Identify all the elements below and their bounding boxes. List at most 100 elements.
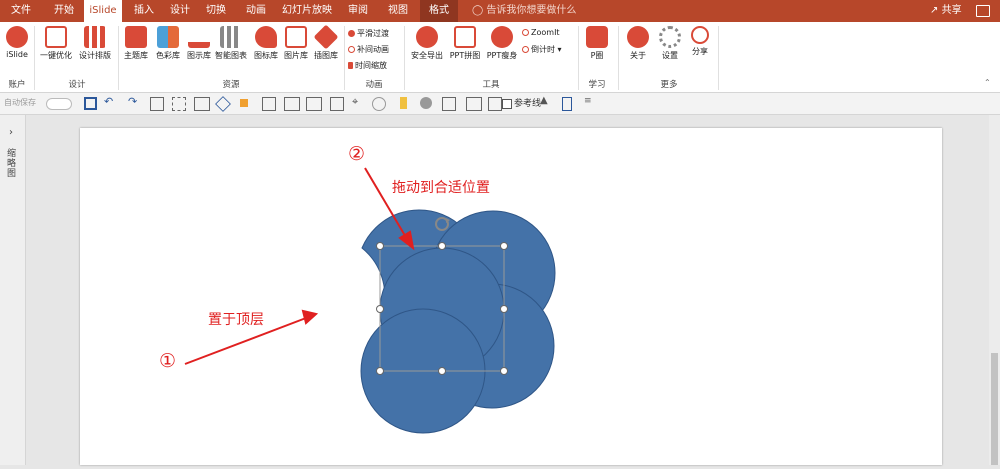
ungroup-icon[interactable] [306, 97, 322, 111]
diagram-library-button[interactable]: 图示库 [183, 26, 215, 61]
p-circle-button[interactable]: P圈 [582, 26, 612, 61]
autosave-toggle[interactable] [46, 98, 72, 110]
tab-islide[interactable]: iSlide [84, 0, 122, 22]
smooth-transition-icon [348, 30, 355, 37]
group-icon[interactable] [284, 97, 300, 111]
settings-button[interactable]: 设置 [656, 26, 684, 61]
secure-export-button[interactable]: 安全导出 [406, 26, 448, 61]
share-ribbon-button[interactable]: 分享 [686, 26, 714, 57]
shape-icon[interactable] [215, 96, 231, 112]
resize-handle[interactable] [376, 367, 384, 375]
resize-handle[interactable] [500, 305, 508, 313]
crop-icon[interactable]: ⌖ [352, 95, 364, 108]
theme-library-label: 主题库 [124, 51, 148, 60]
tab-view[interactable]: 视图 [380, 0, 416, 22]
picture-icon[interactable] [466, 97, 482, 111]
share-button[interactable]: ↗ 共享 [930, 0, 962, 22]
resize-handle[interactable] [376, 242, 384, 250]
picture-library-icon [285, 26, 307, 48]
ppt-collage-button[interactable]: PPT拼图 [446, 26, 484, 61]
tween-animation-button[interactable]: 补间动画 [348, 44, 389, 55]
customize-toolbar-icon[interactable]: ≡ [584, 96, 596, 108]
tab-format[interactable]: 格式 [420, 0, 458, 22]
group-separator [344, 26, 345, 90]
smooth-transition-label: 平滑过渡 [357, 29, 389, 38]
resize-handle[interactable] [500, 367, 508, 375]
tab-review[interactable]: 审阅 [340, 0, 376, 22]
effects-icon[interactable]: ▲ [540, 95, 552, 107]
diagram-library-icon [188, 26, 210, 48]
collapse-ribbon-icon[interactable]: ⌃ [984, 78, 991, 87]
rotate-icon[interactable] [372, 97, 386, 111]
picture-library-button[interactable]: 图片库 [280, 26, 312, 61]
color-fill-icon[interactable] [420, 97, 432, 109]
resize-handle[interactable] [438, 367, 446, 375]
arrange-icon[interactable] [194, 97, 210, 111]
diagram-library-label: 图示库 [187, 51, 211, 60]
expand-pane-icon[interactable]: › [9, 127, 13, 138]
scrollbar-thumb[interactable] [991, 353, 998, 465]
textbox-icon[interactable] [488, 97, 502, 111]
distribute-icon[interactable] [330, 97, 344, 111]
illustration-library-icon [313, 24, 339, 50]
smooth-transition-button[interactable]: 平滑过渡 [348, 28, 389, 39]
icon-library-label: 图标库 [254, 51, 278, 60]
countdown-timer-icon [522, 46, 529, 53]
islide-logo-icon [6, 26, 28, 48]
countdown-label: 倒计时 [531, 45, 555, 54]
ppt-collage-label: PPT拼图 [449, 51, 481, 60]
bring-forward-icon[interactable] [240, 99, 248, 107]
time-scale-button[interactable]: 时间缩放 [348, 60, 387, 71]
zoomit-button[interactable]: ZoomIt [522, 28, 560, 37]
marker-2: ② [348, 143, 366, 165]
tab-slideshow[interactable]: 幻灯片放映 [278, 0, 336, 22]
time-scale-icon [348, 62, 353, 69]
smart-chart-button[interactable]: 智能图表 [212, 26, 250, 61]
highlight-icon[interactable] [400, 97, 407, 109]
group-label-animation: 动画 [365, 80, 383, 90]
color-library-icon [157, 26, 179, 48]
tab-home[interactable]: 开始 [44, 0, 84, 22]
tab-file[interactable]: 文件 [0, 0, 42, 22]
ppt-slim-button[interactable]: PPT瘦身 [484, 26, 520, 61]
islide-account-button[interactable]: iSlide [4, 26, 30, 59]
illustration-library-label: 插图库 [314, 51, 338, 60]
resize-handle[interactable] [376, 305, 384, 313]
outline-icon[interactable] [442, 97, 456, 111]
icon-library-button[interactable]: 图标库 [250, 26, 282, 61]
optimize-button[interactable]: 一键优化 [38, 26, 74, 61]
tab-insert[interactable]: 插入 [124, 0, 164, 22]
vertical-scrollbar[interactable] [989, 115, 1000, 465]
reference-lines-checkbox[interactable]: 参考线 [502, 96, 541, 109]
align-icon[interactable] [262, 97, 276, 111]
color-library-button[interactable]: 色彩库 [152, 26, 184, 61]
layout-button[interactable]: 设计排版 [76, 26, 114, 61]
share-person-icon: ↗ [930, 5, 939, 16]
tab-design[interactable]: 设计 [160, 0, 200, 22]
tell-me-search[interactable]: ◯ 告诉我你想要做什么 [472, 0, 576, 22]
share-ribbon-label: 分享 [692, 47, 708, 56]
resize-handle[interactable] [438, 242, 446, 250]
size-icon[interactable] [562, 97, 572, 111]
about-button[interactable]: 关于 [624, 26, 652, 61]
save-icon[interactable] [84, 97, 97, 110]
picture-library-label: 图片库 [284, 51, 308, 60]
tab-transitions[interactable]: 切换 [196, 0, 236, 22]
redo-icon[interactable]: ↷ [128, 95, 140, 108]
marker-1: ① [159, 350, 177, 372]
theme-library-button[interactable]: 主题库 [120, 26, 152, 61]
select-icon[interactable] [172, 97, 186, 111]
comment-icon[interactable] [976, 5, 990, 17]
countdown-button[interactable]: 倒计时 ▾ [522, 44, 562, 55]
zoomit-label: ZoomIt [531, 28, 560, 37]
smart-chart-icon [220, 26, 242, 48]
resize-handle[interactable] [500, 242, 508, 250]
tween-animation-label: 补间动画 [357, 45, 389, 54]
undo-icon[interactable]: ↶ [104, 95, 116, 108]
illustration-library-button[interactable]: 插图库 [310, 24, 342, 61]
format-painter-icon[interactable] [150, 97, 164, 111]
tell-me-text: 告诉我你想要做什么 [486, 5, 577, 16]
slide-canvas[interactable]: ② 拖动到合适位置 置于顶层 ① [80, 128, 942, 465]
ribbon-panel: iSlide 账户 一键优化 设计排版 设计 主题库 色彩库 图示库 智能图表 … [0, 22, 1000, 93]
tab-animations[interactable]: 动画 [236, 0, 276, 22]
